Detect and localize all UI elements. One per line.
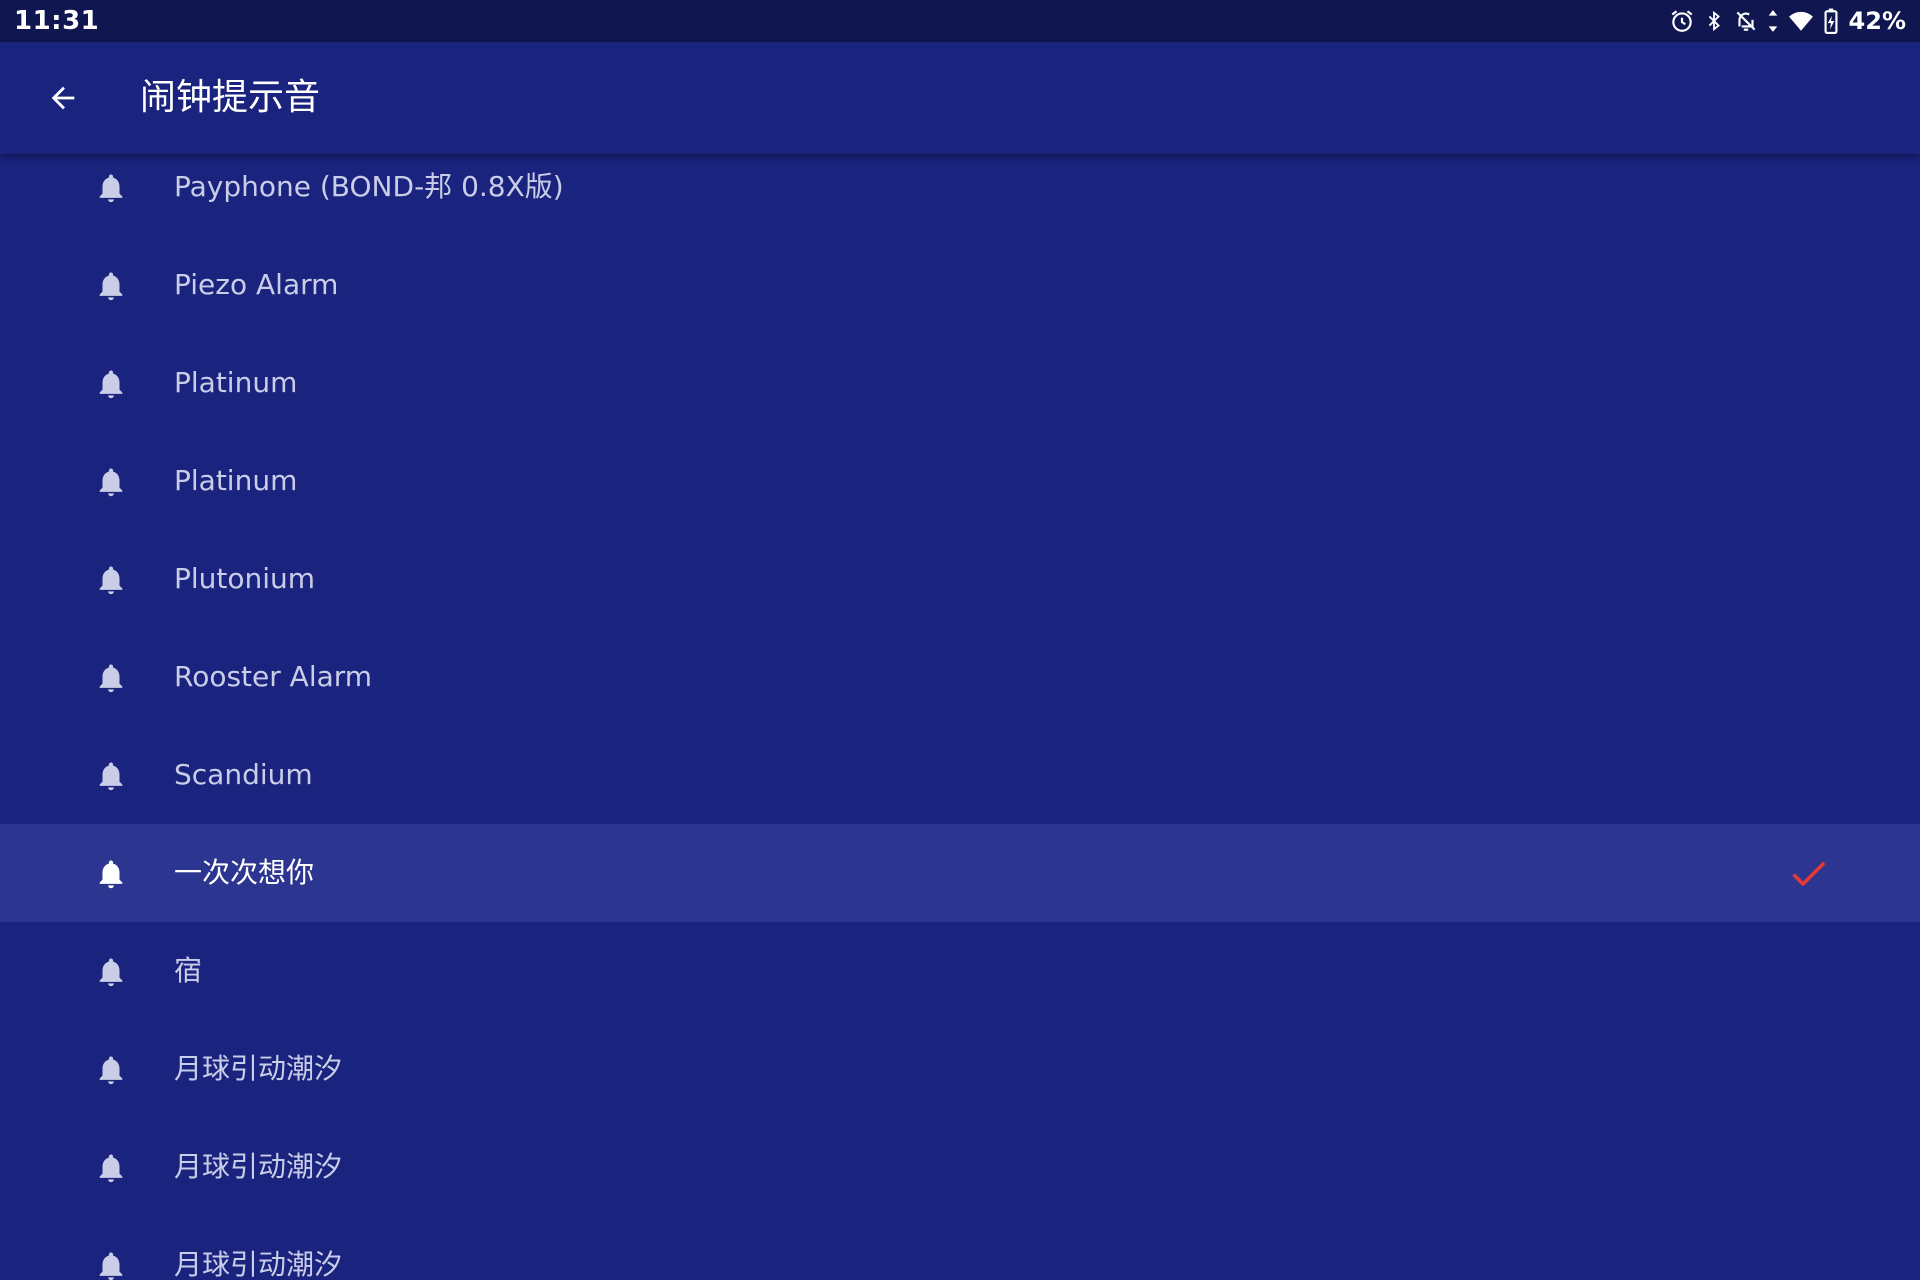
list-item[interactable]: Scandium: [0, 726, 1920, 824]
battery-charging-icon: [1823, 8, 1839, 34]
back-button[interactable]: [28, 68, 98, 128]
list-item[interactable]: 月球引动潮汐: [0, 1020, 1920, 1118]
bell-icon: [94, 1150, 128, 1186]
alarm-clock-icon: [1669, 8, 1695, 34]
ringtone-list: Payphone (BOND-邦 0.8X版) Piezo Alarm Platin…: [0, 138, 1920, 1280]
list-item[interactable]: Plutonium: [0, 530, 1920, 628]
list-item-label: Rooster Alarm: [174, 660, 373, 693]
list-item[interactable]: 月球引动潮汐: [0, 1118, 1920, 1216]
bluetooth-icon: [1703, 8, 1725, 34]
list-item-label: 月球引动潮汐: [174, 1248, 343, 1280]
bell-icon: [94, 170, 128, 206]
list-item-selected[interactable]: 一次次想你: [0, 824, 1920, 922]
notifications-off-icon: [1733, 8, 1759, 34]
bell-icon: [94, 954, 128, 990]
bell-icon: [94, 1052, 128, 1088]
list-item[interactable]: Platinum: [0, 334, 1920, 432]
bell-icon: [94, 268, 128, 304]
bell-icon: [94, 366, 128, 402]
check-icon: [1788, 854, 1828, 894]
bell-icon: [94, 464, 128, 500]
list-item-label: Platinum: [174, 366, 298, 399]
list-item-label: 宿: [174, 954, 203, 987]
bell-icon: [94, 660, 128, 696]
list-item-label: Plutonium: [174, 562, 316, 595]
list-item-label: Platinum: [174, 464, 298, 497]
list-item[interactable]: 宿: [0, 922, 1920, 1020]
list-item[interactable]: Platinum: [0, 432, 1920, 530]
data-arrows-icon: [1767, 8, 1779, 34]
arrow-left-icon: [51, 86, 75, 110]
app-bar: 闹钟提示音: [0, 42, 1920, 154]
list-item[interactable]: Piezo Alarm: [0, 236, 1920, 334]
list-item[interactable]: 月球引动潮汐: [0, 1216, 1920, 1280]
battery-percent: 42%: [1848, 7, 1906, 35]
wifi-icon: [1787, 8, 1815, 34]
status-icons: 42%: [1669, 6, 1906, 36]
list-item-label: Piezo Alarm: [174, 268, 339, 301]
bell-icon: [94, 758, 128, 794]
status-time: 11:31: [14, 6, 100, 36]
bell-icon: [94, 856, 128, 892]
bell-icon: [94, 1248, 128, 1280]
page-title: 闹钟提示音: [140, 77, 321, 118]
status-bar: 11:31 42%: [0, 0, 1920, 42]
list-item-label: 月球引动潮汐: [174, 1052, 343, 1085]
screen: 11:31 42% 闹钟提示音 Payphone (BOND-邦 0.8X版) …: [0, 0, 1920, 1280]
list-item-label: 月球引动潮汐: [174, 1150, 343, 1183]
list-item[interactable]: Rooster Alarm: [0, 628, 1920, 726]
list-item-label: 一次次想你: [174, 856, 315, 889]
list-item-label: Scandium: [174, 758, 313, 791]
bell-icon: [94, 562, 128, 598]
